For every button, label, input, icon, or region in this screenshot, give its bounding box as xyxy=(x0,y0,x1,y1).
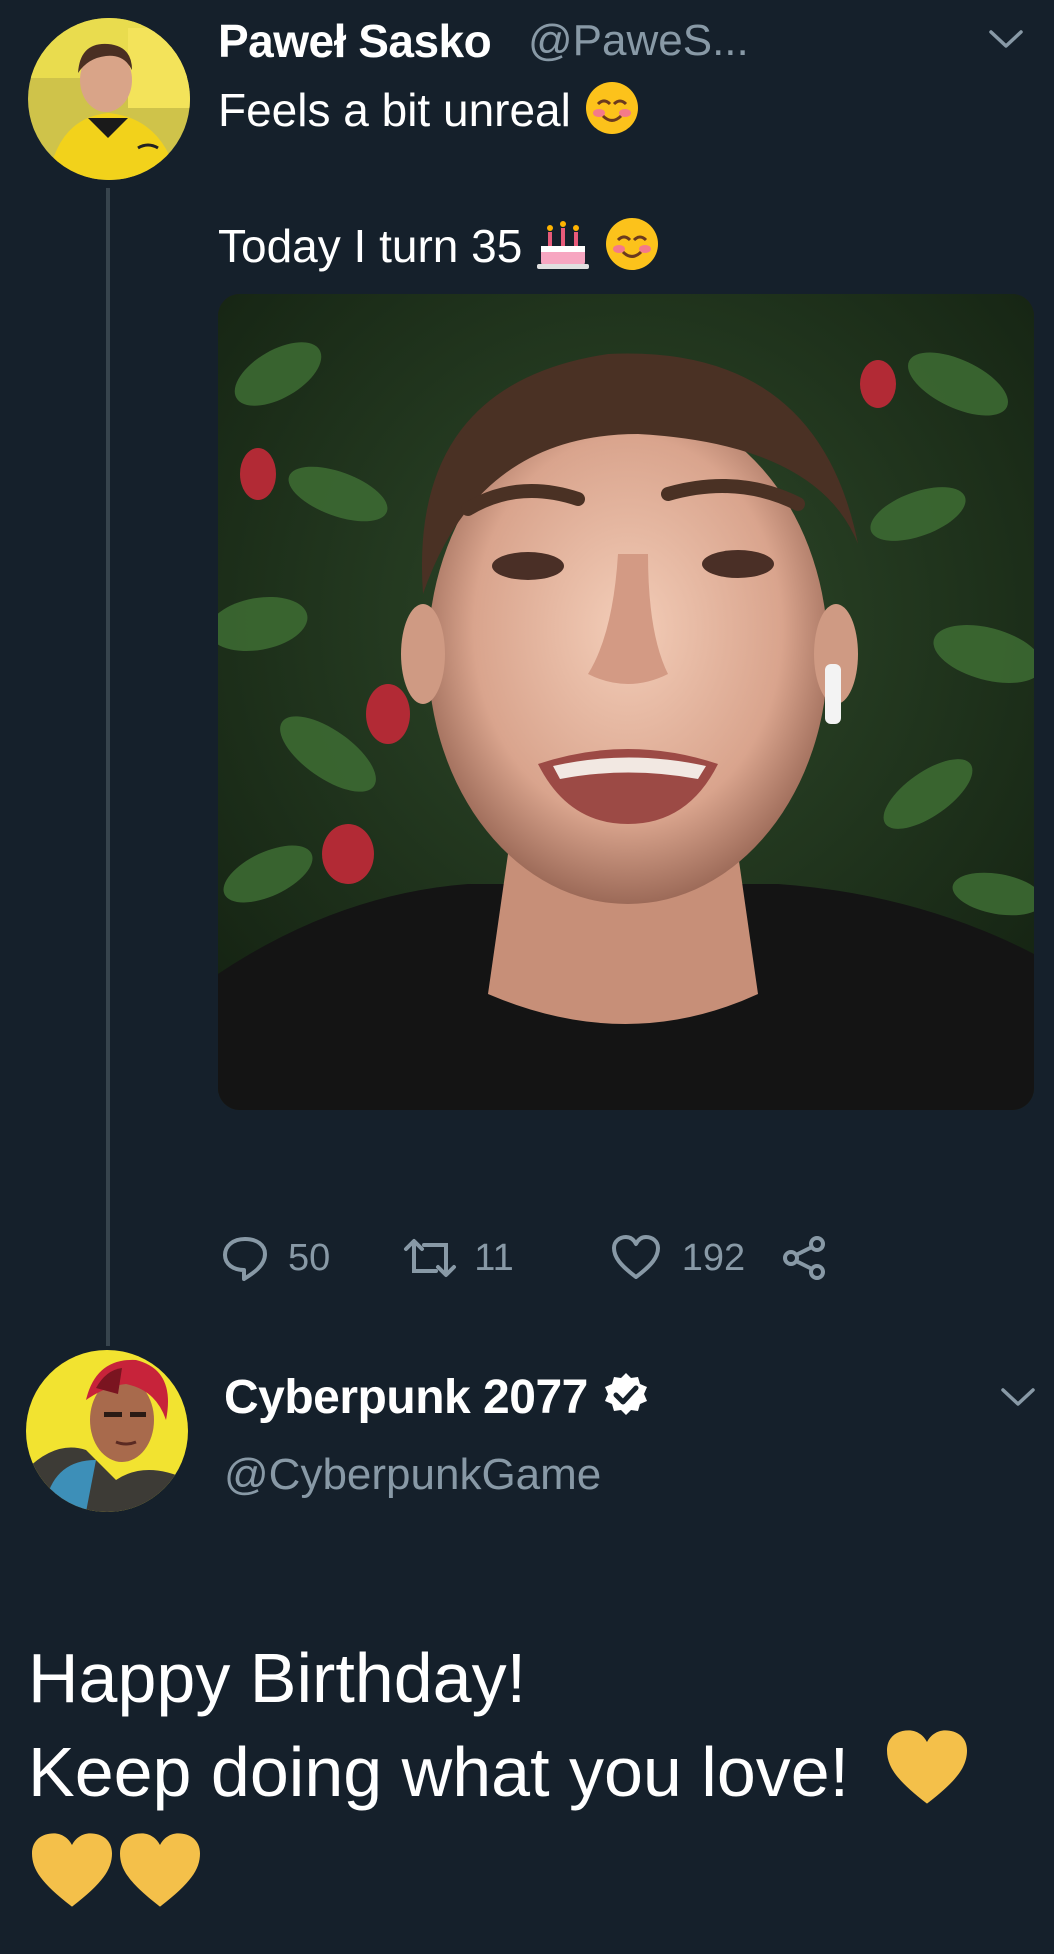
yellow-heart-emoji xyxy=(883,1727,971,1829)
share-button[interactable] xyxy=(779,1233,829,1283)
like-icon xyxy=(611,1235,660,1279)
like-count: 192 xyxy=(681,1236,746,1279)
verified-badge-icon xyxy=(602,1371,650,1424)
smiling-face-emoji xyxy=(604,216,660,284)
author-avatar[interactable] xyxy=(28,18,190,180)
tweet-actions: 50 11 192 xyxy=(220,1228,829,1288)
reply-icon xyxy=(223,1237,267,1281)
smiling-face-emoji xyxy=(584,80,640,148)
reply-hearts-row xyxy=(28,1830,204,1915)
retweet-count: 11 xyxy=(474,1236,514,1279)
retweet-button[interactable]: 11 xyxy=(400,1233,514,1283)
author-handle[interactable]: @PaweS... xyxy=(528,16,749,66)
reply-author-row: Cyberpunk 2077 xyxy=(224,1370,650,1425)
tweet-line2-text: Today I turn 35 xyxy=(218,220,523,273)
like-button[interactable]: 192 xyxy=(610,1233,745,1283)
retweet-icon xyxy=(404,1239,457,1277)
tweet-text-line2: Today I turn 35 xyxy=(218,216,660,284)
author-name[interactable]: Paweł Sasko xyxy=(218,14,492,68)
yellow-heart-emoji xyxy=(116,1830,204,1915)
thread-line xyxy=(106,188,110,1346)
reply-button[interactable]: 50 xyxy=(220,1233,330,1283)
reply-count: 50 xyxy=(288,1236,331,1279)
birthday-cake-emoji xyxy=(535,216,591,284)
yellow-heart-emoji xyxy=(28,1830,116,1915)
tweet-text-line1: Feels a bit unreal xyxy=(218,80,640,148)
tweet-line1-text: Feels a bit unreal xyxy=(218,84,571,137)
reply-text-line1: Happy Birthday! xyxy=(28,1639,527,1717)
reply-author-name[interactable]: Cyberpunk 2077 xyxy=(224,1370,588,1425)
chevron-down-icon[interactable] xyxy=(998,1382,1038,1417)
tweet-media-video[interactable] xyxy=(218,294,1034,1110)
chevron-down-icon[interactable] xyxy=(986,24,1026,59)
reply-author-handle[interactable]: @CyberpunkGame xyxy=(224,1450,601,1500)
reply-line2-text: Keep doing what you love! xyxy=(28,1733,850,1811)
share-icon xyxy=(783,1236,826,1280)
reply-text-line2: Keep doing what you love! xyxy=(28,1726,971,1829)
reply-author-avatar[interactable] xyxy=(26,1350,188,1512)
